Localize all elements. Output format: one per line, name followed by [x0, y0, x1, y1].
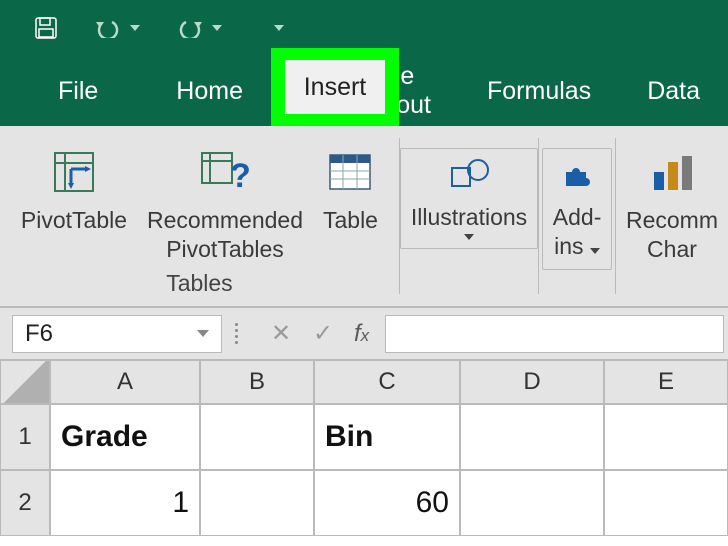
shapes-icon — [448, 153, 490, 197]
fx-icon[interactable]: fx — [354, 320, 369, 348]
formula-bar: F6 ✕ ✓ fx — [0, 308, 728, 360]
tab-insert-label: Insert — [285, 60, 385, 114]
group-illustrations: Illustrations — [400, 126, 538, 306]
row-header[interactable]: 1 — [0, 404, 50, 470]
puzzle-icon — [560, 153, 594, 197]
tab-data[interactable]: Data — [619, 56, 728, 126]
chevron-down-icon — [464, 234, 474, 240]
recommended-pivot-tables-icon: ? — [200, 144, 250, 200]
cell[interactable] — [604, 470, 728, 536]
drag-handle-icon[interactable] — [230, 323, 242, 344]
column-header[interactable]: B — [200, 360, 314, 404]
group-charts: RecommChar — [616, 126, 728, 306]
formula-input[interactable] — [385, 315, 724, 353]
chevron-down-icon — [590, 248, 600, 254]
cancel-button[interactable]: ✕ — [260, 315, 302, 353]
cell[interactable]: Bin — [314, 404, 460, 470]
column-header[interactable]: A — [50, 360, 200, 404]
pivot-table-icon — [51, 144, 97, 200]
ribbon: PivotTable ? RecommendedPivotTables Tabl… — [0, 126, 728, 308]
select-all-corner[interactable] — [0, 360, 50, 404]
cell[interactable] — [200, 404, 314, 470]
cell[interactable] — [460, 404, 604, 470]
group-tables-title: Tables — [166, 270, 232, 297]
undo-button[interactable] — [94, 18, 140, 38]
worksheet-grid[interactable]: ABCDE 1Grade Bin 21 60 — [0, 360, 728, 536]
pivot-table-button[interactable]: PivotTable — [11, 140, 137, 264]
illustrations-label: Illustrations — [411, 203, 527, 232]
tab-file[interactable]: File — [30, 56, 148, 126]
addins-button[interactable]: Add-ins — [542, 148, 613, 270]
recommended-pivot-tables-label: RecommendedPivotTables — [147, 206, 303, 264]
column-header[interactable]: E — [604, 360, 728, 404]
table-label: Table — [323, 206, 378, 235]
pivot-table-label: PivotTable — [21, 206, 127, 235]
recommended-charts-button[interactable]: RecommChar — [616, 140, 728, 264]
column-header[interactable]: D — [460, 360, 604, 404]
name-box[interactable]: F6 — [12, 315, 222, 353]
column-headers: ABCDE — [0, 360, 728, 404]
row-header[interactable]: 2 — [0, 470, 50, 536]
save-icon[interactable] — [34, 16, 58, 40]
illustrations-button[interactable]: Illustrations — [400, 148, 538, 249]
addins-label: Add-ins — [553, 203, 602, 261]
bar-chart-icon — [650, 144, 694, 200]
recommended-charts-label: RecommChar — [626, 206, 718, 264]
group-tables: PivotTable ? RecommendedPivotTables Tabl… — [0, 126, 399, 306]
cell[interactable] — [604, 404, 728, 470]
table-button[interactable]: Table — [313, 140, 388, 264]
tab-insert[interactable]: Insert — [271, 56, 328, 126]
cell[interactable]: 1 — [50, 470, 200, 536]
cell[interactable]: Grade — [50, 404, 200, 470]
table-row: 21 60 — [0, 470, 728, 536]
ribbon-tabs: File Home Insert Page Layout Formulas Da… — [0, 56, 728, 126]
undo-dropdown-icon[interactable] — [130, 25, 140, 31]
name-box-value: F6 — [25, 320, 53, 348]
tab-home[interactable]: Home — [148, 56, 271, 126]
cell[interactable] — [200, 470, 314, 536]
table-row: 1Grade Bin — [0, 404, 728, 470]
column-header[interactable]: C — [314, 360, 460, 404]
qat-customize-icon[interactable] — [274, 25, 284, 31]
cell[interactable]: 60 — [314, 470, 460, 536]
cell[interactable] — [460, 470, 604, 536]
chevron-down-icon[interactable] — [197, 330, 209, 337]
tab-formulas[interactable]: Formulas — [459, 56, 619, 126]
redo-dropdown-icon[interactable] — [212, 25, 222, 31]
enter-button[interactable]: ✓ — [302, 315, 344, 353]
svg-text:?: ? — [230, 157, 250, 195]
group-addins: Add-ins — [539, 126, 615, 306]
table-icon — [327, 144, 373, 200]
recommended-pivot-tables-button[interactable]: ? RecommendedPivotTables — [137, 140, 313, 264]
redo-button[interactable] — [176, 18, 222, 38]
